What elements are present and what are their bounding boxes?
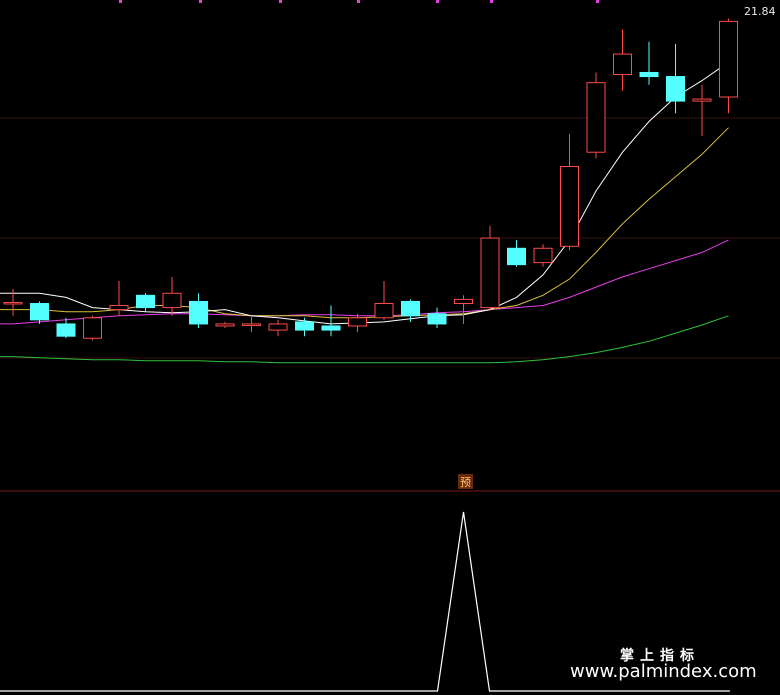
forecast-badge-text: 预	[460, 476, 471, 489]
marker-dot	[279, 0, 282, 3]
candle-body	[83, 317, 102, 339]
candle-body	[454, 298, 473, 304]
candle-body	[295, 321, 314, 331]
top-marker-dots	[119, 0, 599, 3]
candle-up	[454, 295, 473, 324]
candle-down	[639, 41, 659, 85]
candle-body	[692, 98, 712, 102]
candle-down	[321, 305, 341, 337]
candle-body	[533, 247, 553, 264]
ma-white-line	[0, 61, 729, 325]
candle-down	[507, 240, 526, 267]
candle-body	[401, 300, 420, 317]
candle-up	[162, 276, 182, 316]
candle-up	[480, 225, 500, 310]
marker-dot	[357, 0, 360, 3]
candle-up	[533, 244, 553, 267]
candle-up	[719, 18, 738, 114]
candle-body	[268, 323, 288, 331]
marker-dot	[490, 0, 493, 3]
candle-body	[189, 300, 208, 325]
candle-body	[56, 323, 76, 337]
candle-body	[374, 302, 394, 319]
candles-layer	[3, 18, 738, 341]
candle-body	[215, 323, 235, 327]
watermark-en: www.palmindex.com	[570, 661, 757, 682]
candle-body	[560, 166, 579, 247]
candle-body	[321, 325, 341, 331]
chart-svg: 21.84 预 掌上指标 www.palmindex.com	[0, 0, 780, 692]
candle-body	[348, 317, 367, 327]
candle-down	[136, 293, 155, 312]
candle-down	[30, 301, 49, 324]
candle-body	[507, 247, 526, 266]
marker-dot	[436, 0, 439, 3]
stock-chart: 21.84 预 掌上指标 www.palmindex.com	[0, 0, 780, 695]
candle-up	[374, 281, 394, 320]
candle-body	[242, 323, 261, 326]
candle-body	[3, 301, 23, 305]
watermark: 掌上指标 www.palmindex.com	[570, 647, 757, 682]
marker-dot	[596, 0, 599, 3]
candle-down	[427, 307, 447, 329]
marker-dot	[199, 0, 202, 3]
candle-body	[162, 292, 182, 309]
forecast-badge: 预	[458, 474, 473, 489]
candle-up	[692, 84, 712, 136]
candle-body	[480, 237, 500, 309]
candle-up	[613, 29, 632, 91]
candle-body	[719, 20, 738, 98]
candle-up	[215, 321, 235, 329]
candle-up	[586, 72, 606, 159]
candle-up	[560, 133, 579, 251]
max-price-label: 21.84	[744, 5, 776, 18]
candle-body	[639, 71, 659, 78]
marker-dot	[119, 0, 122, 3]
candle-down	[189, 293, 208, 329]
ma-magenta-line	[0, 239, 729, 325]
candle-up	[83, 315, 102, 341]
candle-up	[268, 319, 288, 337]
candle-down	[56, 317, 76, 339]
candle-body	[666, 76, 685, 102]
candle-body	[109, 305, 129, 311]
candle-body	[427, 313, 447, 325]
candle-body	[136, 294, 155, 309]
candle-body	[586, 82, 606, 153]
candle-up	[242, 315, 261, 333]
candle-up	[348, 313, 367, 333]
candle-body	[30, 302, 49, 321]
candle-body	[613, 53, 632, 76]
